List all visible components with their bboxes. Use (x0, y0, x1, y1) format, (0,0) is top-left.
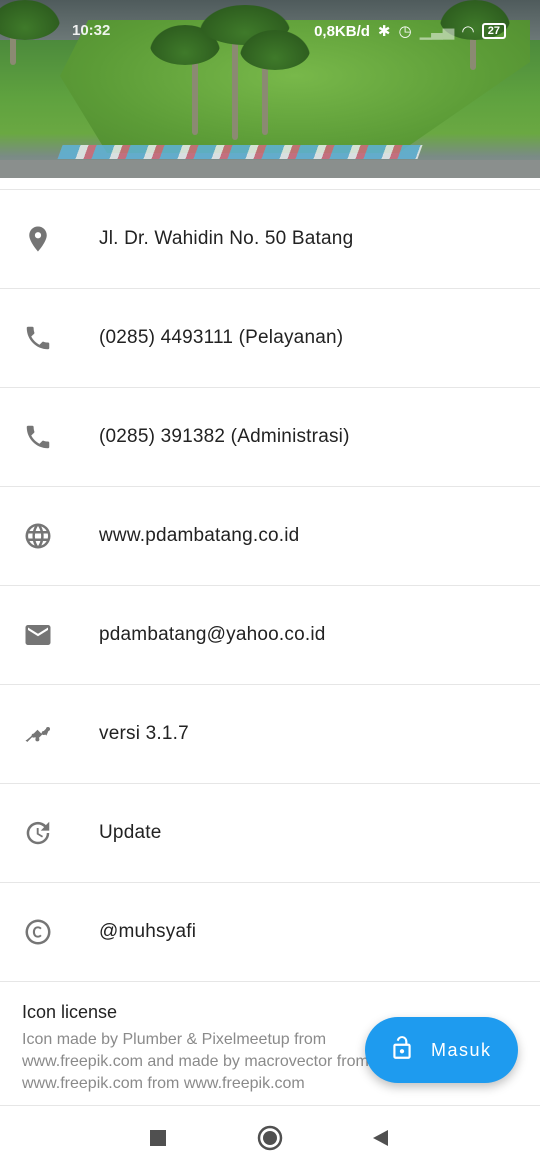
website-text: www.pdambatang.co.id (99, 525, 300, 546)
home-icon[interactable] (256, 1124, 284, 1152)
update-text: Update (99, 822, 162, 843)
login-button-label: Masuk (431, 1039, 492, 1060)
system-nav-bar (0, 1106, 540, 1170)
location-pin-icon (22, 223, 54, 255)
login-button[interactable]: Masuk (365, 1017, 518, 1083)
lock-open-icon (389, 1034, 415, 1067)
list-item-update[interactable]: Update (0, 784, 540, 883)
bluetooth-icon: ✱ (377, 23, 391, 40)
signal-icon: ▁▃▅ (419, 23, 455, 40)
network-speed: 0,8KB/d (314, 22, 370, 40)
wifi-icon: ◠ (462, 23, 474, 40)
update-icon (22, 817, 54, 849)
globe-icon (22, 520, 54, 552)
alarm-icon: ◷ (398, 23, 412, 40)
mail-icon (22, 619, 54, 651)
battery-icon: 27 (481, 23, 506, 39)
list-item-phone-admin[interactable]: (0285) 391382 (Administrasi) (0, 388, 540, 487)
phone-icon (22, 421, 54, 453)
list-item-author: @muhsyafi (0, 883, 540, 982)
list-item-website[interactable]: www.pdambatang.co.id (0, 487, 540, 586)
contact-list: Jl. Dr. Wahidin No. 50 Batang (0285) 449… (0, 189, 540, 982)
trending-icon (22, 718, 54, 750)
copyright-icon (22, 916, 54, 948)
phone-icon (22, 322, 54, 354)
list-item-phone-service[interactable]: (0285) 4493111 (Pelayanan) (0, 289, 540, 388)
back-icon[interactable] (366, 1124, 394, 1152)
phone-admin-text: (0285) 391382 (Administrasi) (99, 426, 350, 447)
status-bar: 10:32 0,8KB/d ✱ ◷ ▁▃▅ ◠ 27 (0, 0, 540, 62)
author-text: @muhsyafi (99, 921, 197, 942)
email-text: pdambatang@yahoo.co.id (99, 624, 326, 645)
list-item-email[interactable]: pdambatang@yahoo.co.id (0, 586, 540, 685)
recent-apps-icon[interactable] (144, 1124, 172, 1152)
status-time: 10:32 (72, 22, 111, 39)
license-body: Icon made by Plumber & Pixelmeetup from … (22, 1031, 369, 1092)
version-text: versi 3.1.7 (99, 723, 189, 744)
list-item-address[interactable]: Jl. Dr. Wahidin No. 50 Batang (0, 190, 540, 289)
address-text: Jl. Dr. Wahidin No. 50 Batang (99, 228, 354, 249)
phone-service-text: (0285) 4493111 (Pelayanan) (99, 327, 344, 348)
list-item-version: versi 3.1.7 (0, 685, 540, 784)
